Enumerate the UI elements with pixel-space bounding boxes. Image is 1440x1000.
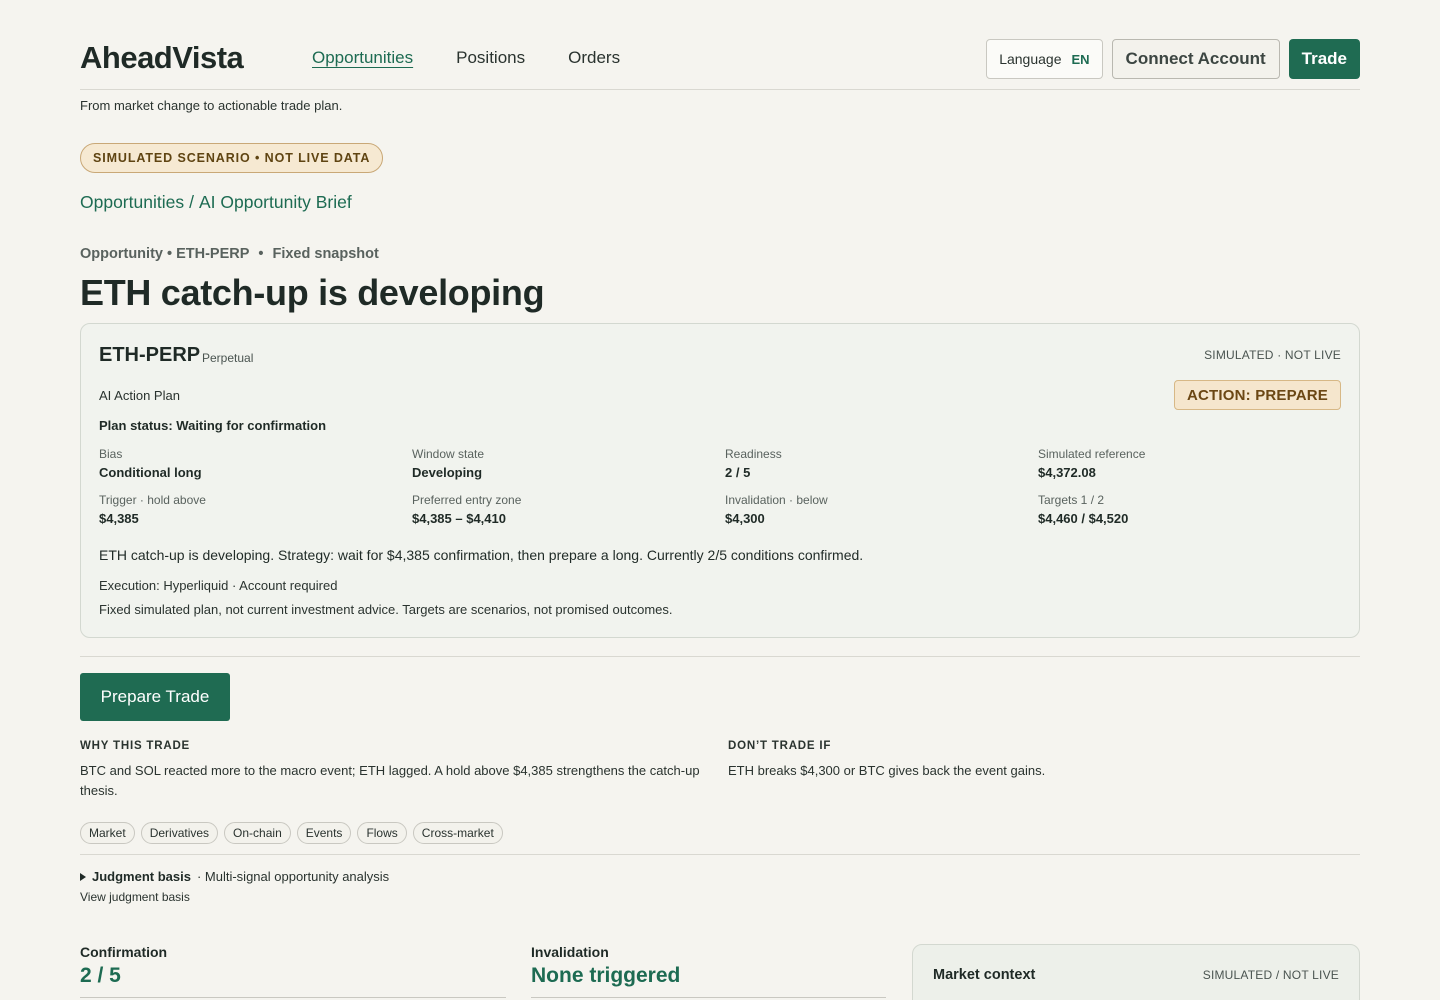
logo[interactable]: AheadVista <box>80 40 244 76</box>
confirmation-label: Confirmation <box>80 944 168 960</box>
field-label: Window state <box>412 447 485 461</box>
meta-snapshot: Fixed snapshot <box>272 246 379 262</box>
plan-fields: Bias Conditional long Window state Devel… <box>99 447 1341 526</box>
breadcrumb-opportunities[interactable]: Opportunities <box>80 192 184 213</box>
chip-flows[interactable]: Flows <box>357 822 407 844</box>
market-context-simulated: SIMULATED / NOT LIVE <box>1202 968 1339 982</box>
field-label: Preferred entry zone <box>412 493 522 507</box>
meta-dot: • <box>258 246 264 262</box>
confirmation-rule <box>80 997 506 998</box>
simulated-scenario-badge: SIMULATED SCENARIO • NOT LIVE DATA <box>80 143 384 173</box>
judgment-basis-desc: · Multi-signal opportunity analysis <box>196 869 390 884</box>
action-badge: ACTION: PREPARE <box>1173 380 1341 410</box>
field-simulated-reference: Simulated reference $4,372.08 <box>1038 447 1341 480</box>
prepare-trade-button[interactable]: Prepare Trade <box>80 673 230 721</box>
field-value: $4,385 – $4,410 <box>412 511 506 526</box>
invalidation-label: Invalidation <box>531 944 609 960</box>
language-button[interactable]: Language EN <box>986 39 1103 79</box>
plan-label: AI Action Plan <box>99 388 180 403</box>
why-heading: WHY THIS TRADE <box>80 740 191 752</box>
field-value: $4,372.08 <box>1038 465 1096 480</box>
divider <box>80 854 1360 855</box>
field-bias: Bias Conditional long <box>99 447 412 480</box>
nav-orders[interactable]: Orders <box>568 48 620 68</box>
confirmation-value: 2 / 5 <box>80 964 121 987</box>
field-label: Trigger · hold above <box>99 493 206 507</box>
plan-disclaimer: Fixed simulated plan, not current invest… <box>99 602 673 617</box>
top-header: AheadVista Opportunities Positions Order… <box>80 0 1360 90</box>
dont-trade-heading: DON’T TRADE IF <box>728 740 832 752</box>
chip-market[interactable]: Market <box>80 822 135 844</box>
field-label: Targets 1 / 2 <box>1038 493 1105 507</box>
signal-chips: Market Derivatives On-chain Events Flows… <box>80 822 503 844</box>
disclosure-triangle-icon <box>80 872 86 881</box>
plan-simulated-label: SIMULATED · NOT LIVE <box>1204 348 1341 362</box>
market-context-title: Market context <box>933 967 1036 983</box>
field-invalidation: Invalidation · below $4,300 <box>725 493 1038 526</box>
field-value: 2 / 5 <box>725 465 751 480</box>
plan-summary: ETH catch-up is developing. Strategy: wa… <box>99 547 864 563</box>
connect-account-button[interactable]: Connect Account <box>1111 39 1280 79</box>
field-label: Readiness <box>725 447 782 461</box>
page: AheadVista Opportunities Positions Order… <box>80 0 1360 1000</box>
plan-execution: Execution: Hyperliquid · Account require… <box>99 578 338 593</box>
chip-on-chain[interactable]: On-chain <box>224 822 291 844</box>
field-label: Simulated reference <box>1038 447 1146 461</box>
judgment-basis-title: Judgment basis <box>92 869 191 884</box>
header-actions: Language EN Connect Account Trade <box>986 39 1360 79</box>
field-value: $4,385 <box>99 511 139 526</box>
nav-opportunities[interactable]: Opportunities <box>312 48 413 68</box>
opportunity-meta: Opportunity • ETH-PERP • Fixed snapshot <box>80 246 379 262</box>
field-window-state: Window state Developing <box>412 447 725 480</box>
field-entry-zone: Preferred entry zone $4,385 – $4,410 <box>412 493 725 526</box>
language-label: Language <box>999 51 1062 67</box>
language-code: EN <box>1071 51 1090 67</box>
why-text-line: thesis. <box>80 783 118 798</box>
dont-trade-text: ETH breaks $4,300 or BTC gives back the … <box>728 763 1046 778</box>
breadcrumb-separator: / <box>189 192 194 212</box>
nav-positions[interactable]: Positions <box>456 48 525 68</box>
field-trigger: Trigger · hold above $4,385 <box>99 493 412 526</box>
main-nav: Opportunities Positions Orders <box>312 48 620 68</box>
ai-action-plan-card: ETH-PERP Perpetual SIMULATED · NOT LIVE … <box>80 323 1360 638</box>
field-targets: Targets 1 / 2 $4,460 / $4,520 <box>1038 493 1341 526</box>
market-context-card: Market context SIMULATED / NOT LIVE <box>912 944 1360 1000</box>
tagline: From market change to actionable trade p… <box>80 98 343 113</box>
breadcrumb-current: AI Opportunity Brief <box>198 192 352 212</box>
field-value: Developing <box>412 465 483 480</box>
chip-cross-market[interactable]: Cross-market <box>412 822 503 844</box>
plan-symbol: ETH-PERP <box>99 344 201 366</box>
field-readiness: Readiness 2 / 5 <box>725 447 1038 480</box>
field-value: $4,300 <box>725 511 765 526</box>
field-label: Invalidation · below <box>725 493 828 507</box>
view-judgment-basis-link[interactable]: View judgment basis <box>80 890 190 904</box>
field-value: Conditional long <box>99 465 202 480</box>
meta-opportunity: Opportunity • ETH-PERP <box>80 246 250 262</box>
why-text-line: BTC and SOL reacted more to the macro ev… <box>80 763 700 778</box>
trade-button[interactable]: Trade <box>1288 39 1360 79</box>
invalidation-rule <box>531 997 886 998</box>
page-title: ETH catch-up is developing <box>80 272 545 313</box>
breadcrumb: Opportunities / AI Opportunity Brief <box>80 192 352 213</box>
invalidation-value: None triggered <box>531 964 681 987</box>
field-label: Bias <box>99 447 123 461</box>
chip-derivatives[interactable]: Derivatives <box>140 822 219 844</box>
divider <box>80 656 1360 657</box>
chip-events[interactable]: Events <box>296 822 352 844</box>
plan-status: Plan status: Waiting for confirmation <box>99 418 327 433</box>
why-text: BTC and SOL reacted more to the macro ev… <box>80 761 710 801</box>
judgment-basis-toggle[interactable]: Judgment basis · Multi-signal opportunit… <box>80 869 389 884</box>
field-value: $4,460 / $4,520 <box>1038 511 1129 526</box>
plan-symbol-type: Perpetual <box>202 351 254 365</box>
